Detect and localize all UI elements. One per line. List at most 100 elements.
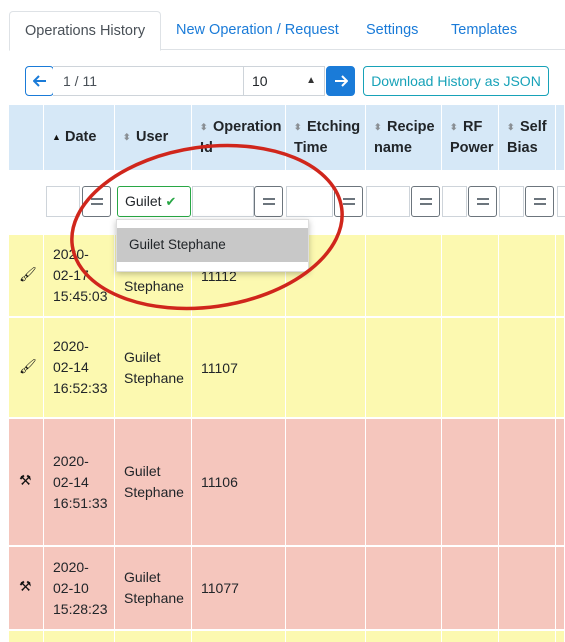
column-header-recipe-name[interactable]: ⬍ Recipe name bbox=[366, 105, 442, 170]
date-line: 02-17 bbox=[53, 267, 89, 283]
table-cell bbox=[366, 547, 442, 629]
table-cell bbox=[499, 631, 556, 642]
date-line: 16:52:33 bbox=[53, 380, 108, 396]
table-cell bbox=[9, 631, 44, 642]
column-header-rf-power[interactable]: ⬍ RF Power bbox=[442, 105, 499, 170]
valid-check-icon: ✔ bbox=[165, 194, 177, 209]
table-row[interactable]: ⚒ 2020- 02-10 15:28:23 Guilet Stephane 11077 bbox=[9, 547, 565, 629]
sort-icon: ⬍ bbox=[507, 122, 515, 132]
page-size-value: 10 bbox=[252, 73, 268, 89]
date-line: 02-10 bbox=[53, 579, 89, 596]
sort-ascending-icon: ▲ bbox=[52, 132, 61, 142]
user-cell: Guilet Stephane bbox=[124, 461, 184, 503]
tab-templates[interactable]: Templates bbox=[451, 11, 517, 50]
arrow-left-icon bbox=[32, 75, 46, 87]
column-header-user[interactable]: ⬍ User bbox=[115, 105, 192, 170]
user-cell: Guilet Stephane bbox=[124, 347, 184, 389]
table-cell bbox=[442, 631, 499, 642]
table-cell bbox=[286, 631, 366, 642]
rf-power-filter-input[interactable] bbox=[442, 186, 467, 217]
table-row[interactable]: 🖌 2020- 02-14 16:52:33 Guilet Stephane 11107 bbox=[9, 318, 565, 417]
etching-time-filter-input[interactable] bbox=[286, 186, 333, 217]
date-line: 2020- bbox=[53, 558, 89, 575]
table-cell bbox=[556, 419, 565, 545]
self-bias-filter-input[interactable] bbox=[499, 186, 524, 217]
arrow-right-icon bbox=[334, 75, 348, 87]
column-header-status bbox=[9, 105, 44, 170]
date-line: 16:51:33 bbox=[53, 494, 108, 511]
user-autocomplete-dropdown: Guilet Stephane bbox=[116, 219, 309, 272]
date-line: 2020- bbox=[53, 246, 89, 262]
sort-icon: ⬍ bbox=[450, 122, 458, 132]
user-filter-value: Guilet bbox=[125, 193, 162, 209]
table-cell bbox=[366, 631, 442, 642]
prev-page-button[interactable] bbox=[25, 66, 54, 96]
table-cell bbox=[286, 318, 366, 417]
tools-icon: ⚒ bbox=[19, 472, 32, 488]
user-line: Stephane bbox=[124, 369, 184, 386]
date-filter-equals-button[interactable] bbox=[82, 186, 111, 217]
table-cell bbox=[366, 318, 442, 417]
page-indicator-input[interactable]: 1 / 11 bbox=[53, 66, 245, 96]
date-cell: 2020- 02-14 16:52:33 bbox=[53, 336, 108, 399]
tab-new-operation-request[interactable]: New Operation / Request bbox=[176, 11, 339, 50]
rf-power-filter-equals-button[interactable] bbox=[468, 186, 497, 217]
overflow-filter-input[interactable] bbox=[557, 186, 565, 217]
sort-icon: ⬍ bbox=[374, 122, 382, 132]
table-cell bbox=[556, 631, 565, 642]
table-cell bbox=[499, 419, 556, 545]
page-size-select[interactable]: 10 ▲▼ bbox=[243, 66, 325, 114]
operation-id-cell: 11106 bbox=[201, 474, 238, 490]
table-cell bbox=[556, 235, 565, 316]
sort-icon: ⬍ bbox=[123, 132, 131, 142]
sort-icon: ⬍ bbox=[294, 122, 302, 132]
column-header-etching-time[interactable]: ⬍ Etching Time bbox=[286, 105, 366, 170]
self-bias-filter-equals-button[interactable] bbox=[525, 186, 554, 217]
recipe-name-filter-equals-button[interactable] bbox=[411, 186, 440, 217]
column-header-self-bias[interactable]: ⬍ Self Bias bbox=[499, 105, 556, 170]
column-header-operation-id[interactable]: ⬍ Operation Id bbox=[192, 105, 286, 170]
operation-id-filter-input[interactable] bbox=[192, 186, 254, 217]
date-cell: 2020- 02-10 15:28:23 bbox=[53, 557, 108, 620]
date-cell: 2020- 02-17 15:45:03 bbox=[53, 244, 108, 307]
table-row[interactable]: 2010- bbox=[9, 631, 565, 642]
next-page-button[interactable] bbox=[326, 66, 355, 96]
table-cell bbox=[442, 235, 499, 316]
user-filter-input[interactable]: Guilet ✔ bbox=[117, 186, 191, 217]
table-cell bbox=[499, 318, 556, 417]
operation-id-cell: 11077 bbox=[201, 580, 239, 596]
date-filter-input[interactable] bbox=[46, 186, 80, 217]
table-cell bbox=[192, 631, 286, 642]
date-cell: 2020- 02-14 16:51:33 bbox=[53, 451, 108, 514]
date-line: 02-14 bbox=[53, 359, 89, 375]
date-line: 2010- bbox=[53, 637, 89, 642]
user-line: Stephane bbox=[124, 277, 184, 294]
table-cell bbox=[366, 235, 442, 316]
table-cell bbox=[442, 318, 499, 417]
operations-history-table: ▲ Date ⬍ User ⬍ Operation Id ⬍ Etching Time … bbox=[9, 105, 565, 642]
tab-operations-history[interactable]: Operations History bbox=[9, 11, 162, 51]
user-line: Guilet bbox=[124, 463, 161, 479]
column-header-overflow bbox=[556, 105, 565, 170]
recipe-name-filter-input[interactable] bbox=[366, 186, 410, 217]
column-header-date[interactable]: ▲ Date bbox=[44, 105, 115, 170]
tab-settings[interactable]: Settings bbox=[366, 11, 418, 50]
table-cell bbox=[115, 631, 192, 642]
operation-id-filter-equals-button[interactable] bbox=[254, 186, 283, 217]
download-history-json-button[interactable]: Download History as JSON bbox=[363, 66, 549, 96]
operation-id-cell: 11107 bbox=[201, 359, 238, 376]
sort-icon: ⬍ bbox=[200, 122, 208, 132]
etching-time-filter-equals-button[interactable] bbox=[334, 186, 363, 217]
brush-icon: 🖌 bbox=[19, 357, 37, 374]
user-line: Guilet bbox=[124, 569, 161, 585]
date-line: 15:45:03 bbox=[53, 288, 108, 304]
table-cell bbox=[556, 318, 565, 417]
autocomplete-option[interactable]: Guilet Stephane bbox=[117, 228, 308, 262]
table-cell bbox=[442, 547, 499, 629]
table-row[interactable]: ⚒ 2020- 02-14 16:51:33 Guilet Stephane 11106 bbox=[9, 419, 565, 545]
tools-icon: ⚒ bbox=[19, 578, 32, 594]
table-cell bbox=[499, 235, 556, 316]
table-cell bbox=[499, 547, 556, 629]
user-cell: Guilet Stephane bbox=[124, 567, 184, 609]
date-line: 2020- bbox=[53, 452, 89, 469]
